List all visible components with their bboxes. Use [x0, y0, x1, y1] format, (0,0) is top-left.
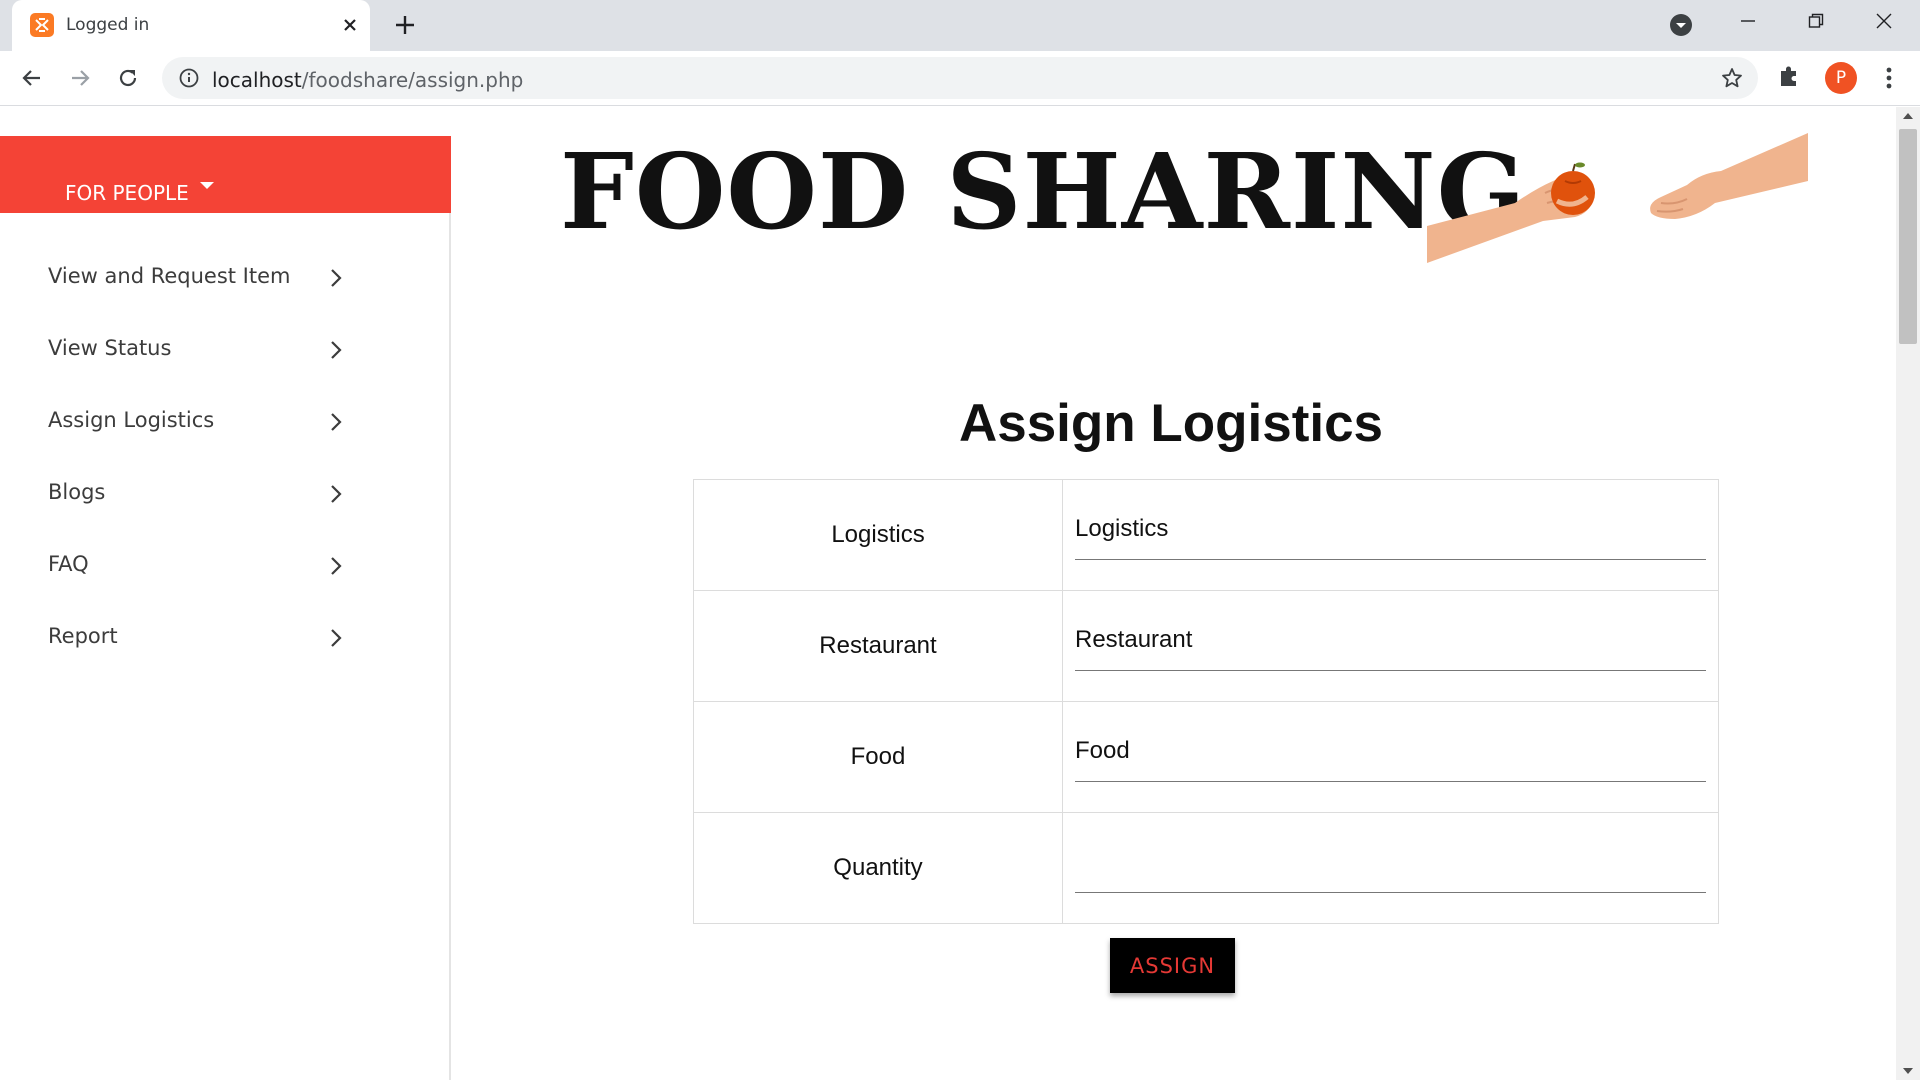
scrollbar-thumb[interactable]: [1899, 129, 1917, 344]
sidebar-header-dropdown[interactable]: FOR PEOPLE: [0, 136, 451, 213]
sidebar-item-label: Blogs: [48, 480, 106, 504]
url-text: localhost/foodshare/assign.php: [212, 68, 523, 92]
sidebar-item-view-and-request-item[interactable]: View and Request Item: [0, 264, 451, 336]
quantity-input[interactable]: [1075, 829, 1706, 893]
form-row-restaurant: Restaurant: [693, 590, 1719, 702]
close-window-icon[interactable]: [1850, 0, 1918, 42]
chevron-right-icon: [326, 482, 346, 511]
chevron-right-icon: [326, 626, 346, 655]
food-label: Food: [693, 701, 1063, 813]
tab-close-icon[interactable]: [337, 12, 363, 38]
logistics-input[interactable]: [1075, 496, 1706, 560]
scroll-up-arrow-icon[interactable]: [1903, 113, 1913, 119]
tab-title: Logged in: [66, 15, 150, 35]
form-heading: Assign Logistics: [958, 394, 1384, 453]
quantity-label: Quantity: [693, 812, 1063, 924]
form-row-logistics: Logistics: [693, 479, 1719, 591]
chevron-right-icon: [326, 266, 346, 295]
new-tab-plus-icon[interactable]: [390, 10, 420, 40]
restore-icon[interactable]: [1782, 0, 1850, 42]
food-input[interactable]: [1075, 718, 1706, 782]
quantity-cell: [1062, 812, 1719, 924]
sidebar-item-label: Report: [48, 624, 118, 648]
sidebar-item-view-status[interactable]: View Status: [0, 336, 451, 408]
browser-tab-strip: Logged in: [0, 0, 1920, 51]
site-title: FOOD SHARING: [560, 130, 1527, 253]
minimize-icon[interactable]: [1714, 0, 1782, 42]
page-viewport: FOR PEOPLE View and Request Item View St…: [0, 107, 1920, 1080]
xampp-favicon-icon: [30, 13, 54, 37]
sidebar-menu: View and Request Item View Status Assign…: [0, 264, 451, 696]
back-arrow-icon[interactable]: [15, 61, 49, 95]
sidebar-item-faq[interactable]: FAQ: [0, 552, 451, 624]
site-info-icon[interactable]: [178, 67, 200, 94]
chevron-right-icon: [326, 410, 346, 439]
assign-button[interactable]: ASSIGN: [1110, 938, 1235, 993]
logistics-label: Logistics: [693, 479, 1063, 591]
sidebar-header-label: FOR PEOPLE: [65, 181, 189, 205]
hands-sharing-apple-icon: [1425, 131, 1810, 276]
sidebar-item-label: View and Request Item: [48, 264, 291, 288]
form-row-quantity: Quantity: [693, 812, 1719, 924]
page-scrollbar[interactable]: [1896, 107, 1920, 1080]
form-row-food: Food: [693, 701, 1719, 813]
chevron-right-icon: [326, 338, 346, 367]
browser-tab[interactable]: Logged in: [12, 0, 370, 51]
tab-search-icon[interactable]: [1668, 12, 1694, 38]
sidebar-item-assign-logistics[interactable]: Assign Logistics: [0, 408, 451, 480]
caret-down-icon: [200, 182, 214, 189]
restaurant-cell: [1062, 590, 1719, 702]
url-host: localhost: [212, 68, 302, 92]
assign-logistics-form: Logistics Restaurant Food Quantity: [693, 479, 1719, 924]
browser-toolbar: localhost/foodshare/assign.php P: [0, 51, 1920, 106]
reload-icon[interactable]: [111, 61, 145, 95]
restaurant-label: Restaurant: [693, 590, 1063, 702]
browser-menu-icon[interactable]: [1876, 63, 1902, 98]
profile-avatar[interactable]: P: [1825, 62, 1857, 94]
bookmark-star-icon[interactable]: [1720, 66, 1744, 95]
sidebar-item-report[interactable]: Report: [0, 624, 451, 696]
food-cell: [1062, 701, 1719, 813]
address-bar[interactable]: localhost/foodshare/assign.php: [162, 57, 1758, 99]
sidebar-item-label: View Status: [48, 336, 172, 360]
url-path: /foodshare/assign.php: [301, 68, 524, 92]
sidebar-item-label: Assign Logistics: [48, 408, 215, 432]
forward-arrow-icon[interactable]: [63, 61, 97, 95]
chevron-right-icon: [326, 554, 346, 583]
restaurant-input[interactable]: [1075, 607, 1706, 671]
sidebar-item-label: FAQ: [48, 552, 89, 576]
sidebar-item-blogs[interactable]: Blogs: [0, 480, 451, 552]
logistics-cell: [1062, 479, 1719, 591]
scroll-down-arrow-icon[interactable]: [1903, 1068, 1913, 1074]
sidebar: FOR PEOPLE View and Request Item View St…: [0, 136, 451, 1080]
extensions-puzzle-icon[interactable]: [1776, 63, 1802, 94]
